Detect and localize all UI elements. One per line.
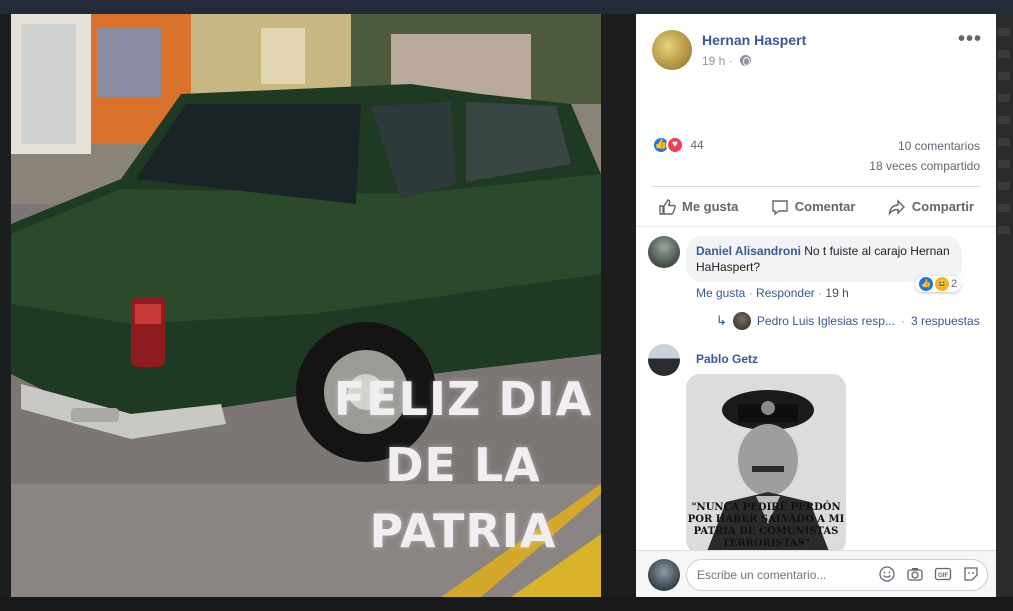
comment-button[interactable]: Comentar xyxy=(771,198,856,216)
post-actions: Me gusta Comentar Compartir xyxy=(652,186,980,226)
caption-line-3: PATRIA xyxy=(369,504,557,558)
comment-icon xyxy=(772,199,788,215)
comment-button-label: Comentar xyxy=(794,199,856,214)
haha-reaction-icon: 😆 xyxy=(935,277,949,291)
camera-icon[interactable] xyxy=(906,565,924,583)
post-time[interactable]: 19 h xyxy=(702,54,725,68)
commenter-name[interactable]: Pablo Getz xyxy=(696,352,758,366)
meta-dot: · xyxy=(728,54,733,68)
comment-image[interactable]: "NUNCA PEDIRÉ PERDÓN POR HABER SALVADO A… xyxy=(686,374,846,554)
globe-icon xyxy=(740,55,752,66)
post-stats: 10 comentarios 18 veces compartido xyxy=(869,136,980,176)
comment-like-link[interactable]: Me gusta xyxy=(696,286,745,300)
svg-text:GIF: GIF xyxy=(938,573,948,579)
photo-caption: FELIZ DIA DE LA PATRIA xyxy=(323,366,601,564)
caption-line-1: FELIZ DIA xyxy=(333,372,593,426)
share-icon xyxy=(888,198,905,216)
reaction-count: 44 xyxy=(690,138,704,152)
comment-reaction-count: 2 xyxy=(951,278,958,290)
like-button[interactable]: Me gusta xyxy=(658,198,738,216)
reply-author-avatar xyxy=(732,312,751,330)
background-bottom-bar xyxy=(0,597,1013,611)
comment-reply-link[interactable]: Responder xyxy=(756,286,815,300)
current-user-avatar xyxy=(648,559,680,591)
comment-reactions[interactable]: 👍 😆 2 xyxy=(915,276,962,292)
more-options-button[interactable]: ••• xyxy=(958,29,982,49)
gif-icon[interactable]: GIF xyxy=(934,565,952,583)
post-photo[interactable]: FELIZ DIA DE LA PATRIA xyxy=(11,14,601,597)
caption-line-2: DE LA xyxy=(385,438,541,492)
background-right-rail xyxy=(995,14,1013,611)
post-meta: 19 h · xyxy=(702,54,752,68)
replies-link[interactable]: ↳ Pedro Luis Iglesias resp... · 3 respue… xyxy=(716,312,980,330)
like-reaction-icon: 👍 xyxy=(919,277,933,291)
author-avatar[interactable] xyxy=(652,30,692,70)
love-reaction-icon: ♥ xyxy=(666,136,684,154)
reactions-bar: 👍 ♥ 44 10 comentarios 18 veces compartido xyxy=(652,136,980,176)
comment-bubble: Daniel Alisandroni No t fuiste al carajo… xyxy=(686,236,962,282)
reaction-summary[interactable]: 👍 ♥ 44 xyxy=(652,136,704,154)
reply-count: 3 respuestas xyxy=(910,314,980,328)
reply-author: Pedro Luis Iglesias resp... xyxy=(756,314,895,328)
post-side-panel: Hernan Haspert 19 h · ••• 👍 ♥ 44 10 comen… xyxy=(636,14,996,597)
share-button[interactable]: Compartir xyxy=(888,198,974,216)
thumbs-up-icon xyxy=(659,198,676,215)
like-button-label: Me gusta xyxy=(682,199,739,214)
emoji-icon[interactable] xyxy=(878,565,896,583)
commenter-avatar[interactable] xyxy=(648,236,680,268)
reply-sep: · xyxy=(900,314,905,328)
image-caption: "NUNCA PEDIRÉ PERDÓN POR HABER SALVADO A… xyxy=(687,502,845,549)
post-header: Hernan Haspert 19 h · ••• xyxy=(652,29,982,74)
shares-count[interactable]: 18 veces compartido xyxy=(869,156,980,176)
divider xyxy=(636,226,996,227)
share-button-label: Compartir xyxy=(911,199,974,214)
comment-links: Me gusta · Responder · 19 h xyxy=(696,286,849,300)
reply-arrow-icon: ↳ xyxy=(716,313,727,328)
comment-composer: GIF xyxy=(636,550,996,597)
background-top-bar xyxy=(0,0,1013,14)
comment-time[interactable]: 19 h xyxy=(825,286,848,300)
author-name[interactable]: Hernan Haspert xyxy=(702,32,806,48)
sticker-icon[interactable] xyxy=(962,565,980,583)
commenter-avatar[interactable] xyxy=(648,344,680,376)
composer-icons: GIF xyxy=(878,565,980,583)
comments-count[interactable]: 10 comentarios xyxy=(869,136,980,156)
commenter-name[interactable]: Daniel Alisandroni xyxy=(696,244,801,258)
